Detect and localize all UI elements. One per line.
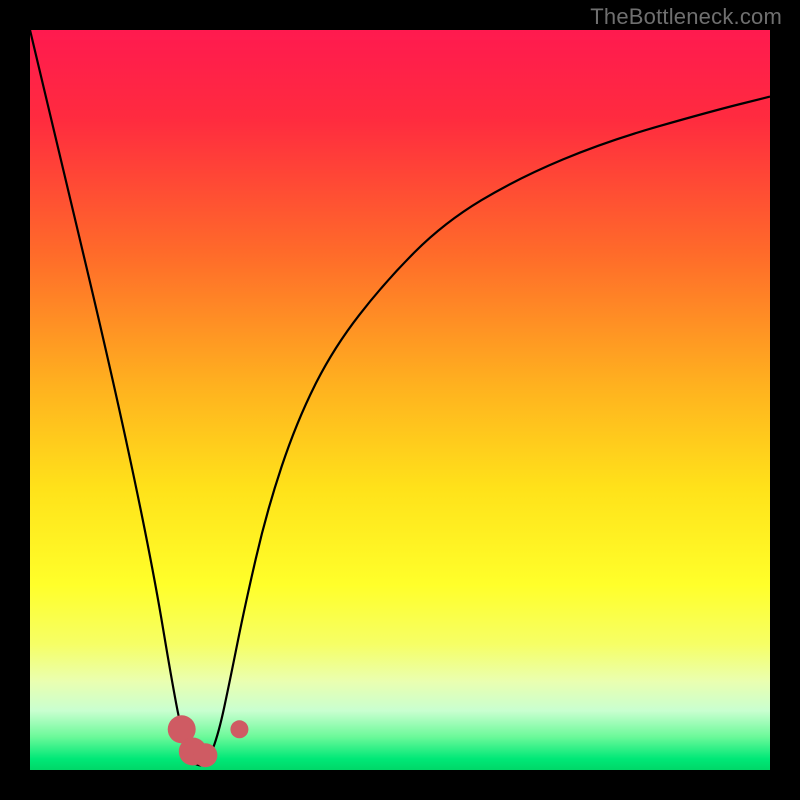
marker-c — [193, 743, 217, 767]
chart-stage: TheBottleneck.com — [0, 0, 800, 800]
plot-background — [30, 30, 770, 770]
bottleneck-chart — [0, 0, 800, 800]
watermark-text: TheBottleneck.com — [590, 4, 782, 30]
marker-d — [230, 720, 248, 738]
